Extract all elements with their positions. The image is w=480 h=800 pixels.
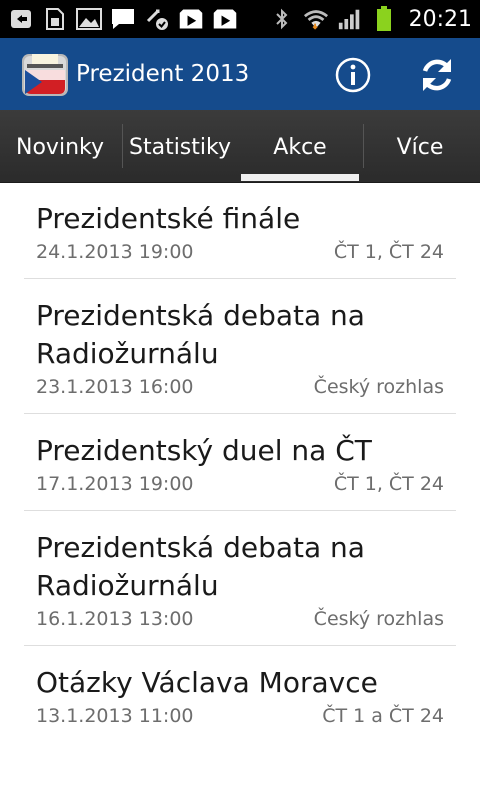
event-channel: Český rozhlas [313,376,444,398]
list-item[interactable]: Prezidentské finále 24.1.2013 19:00 ČT 1… [24,182,456,279]
tab-novinky[interactable]: Novinky [0,110,120,182]
status-bar: 20:21 [0,0,480,38]
tab-akce[interactable]: Akce [240,110,360,182]
app-title: Prezident 2013 [76,61,250,87]
back-notification-icon [8,7,34,31]
info-icon[interactable] [334,56,372,94]
event-datetime: 23.1.2013 16:00 [36,376,194,398]
event-channel: ČT 1, ČT 24 [333,241,444,263]
event-title: Prezidentský duel na ČT [36,434,372,467]
play-store-icon [212,7,238,31]
sync-icon [144,7,170,31]
bluetooth-icon [269,7,295,31]
list-item[interactable]: Prezidentská debata na Radiožurnálu 16.1… [24,511,456,646]
event-title: Prezidentská debata na Radiožurnálu [36,531,365,602]
message-icon [110,7,136,31]
event-datetime: 13.1.2013 11:00 [36,705,194,727]
tab-bar: Novinky Statistiky Akce Více [0,110,480,183]
tab-statistiky[interactable]: Statistiky [120,110,240,182]
battery-icon [371,6,397,31]
wifi-icon [303,7,329,31]
list-item[interactable]: Prezidentská debata na Radiožurnálu 23.1… [24,279,456,414]
status-clock: 20:21 [408,6,472,32]
event-datetime: 24.1.2013 19:00 [36,241,194,263]
event-channel: ČT 1, ČT 24 [333,473,444,495]
event-title: Prezidentská debata na Radiožurnálu [36,299,365,370]
signal-icon [337,7,363,31]
ballot-box-icon[interactable] [20,50,70,98]
action-bar: Prezident 2013 [0,38,480,110]
event-title: Prezidentské finále [36,202,301,235]
play-store-icon [178,7,204,31]
selected-tab-indicator [241,174,359,181]
events-list: Prezidentské finále 24.1.2013 19:00 ČT 1… [0,182,480,742]
event-title: Otázky Václava Moravce [36,666,378,699]
list-item[interactable]: Otázky Václava Moravce 13.1.2013 11:00 Č… [24,646,456,742]
sd-card-icon [42,7,68,31]
refresh-icon[interactable] [416,54,458,96]
event-channel: Český rozhlas [313,608,444,630]
list-item[interactable]: Prezidentský duel na ČT 17.1.2013 19:00 … [24,414,456,511]
event-channel: ČT 1 a ČT 24 [322,705,444,727]
tab-vice[interactable]: Více [360,110,480,182]
event-datetime: 17.1.2013 19:00 [36,473,194,495]
image-icon [76,7,102,31]
event-datetime: 16.1.2013 13:00 [36,608,194,630]
